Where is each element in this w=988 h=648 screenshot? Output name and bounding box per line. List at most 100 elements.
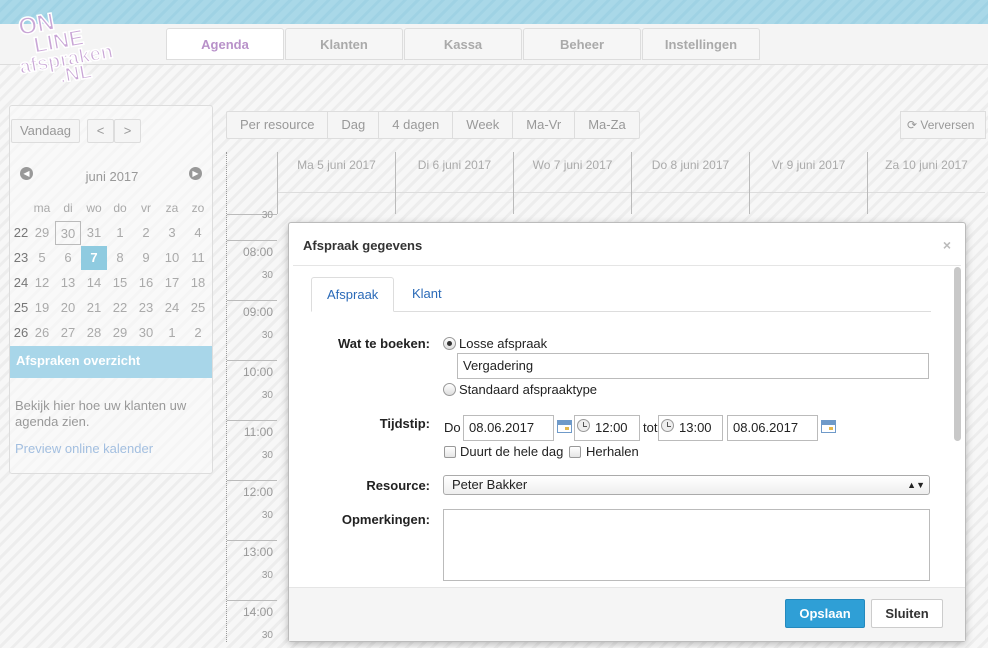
refresh-button[interactable]: ⟳ Verversen — [900, 111, 986, 139]
close-icon[interactable]: × — [943, 237, 951, 253]
half-hour-label: 30 — [261, 270, 273, 281]
start-date-input[interactable]: 08.06.2017 — [463, 415, 554, 441]
save-button[interactable]: Opslaan — [785, 599, 865, 628]
calendar-day[interactable]: 17 — [159, 271, 185, 295]
calendar-day[interactable]: 1 — [159, 321, 185, 345]
calendar-day[interactable]: 3 — [159, 221, 185, 245]
hour-label: 08:00 — [242, 245, 273, 259]
calendar-day[interactable]: 31 — [81, 221, 107, 245]
tab-afspraak[interactable]: Afspraak — [311, 277, 395, 312]
today-button[interactable]: Vandaag — [11, 119, 80, 143]
calendar-day[interactable]: 13 — [55, 271, 81, 295]
nav-tab-kassa[interactable]: Kassa — [404, 28, 522, 60]
hour-label: 12:00 — [242, 485, 273, 499]
calendar-day[interactable]: 11 — [185, 246, 211, 270]
calendar-day[interactable]: 12 — [29, 271, 55, 295]
weekday-label: zo — [191, 201, 205, 215]
nav-tab-klanten[interactable]: Klanten — [285, 28, 403, 60]
half-hour-label: 30 — [261, 570, 273, 581]
repeat-label: Herhalen — [586, 444, 639, 459]
hour-label: 10:00 — [242, 365, 273, 379]
prev-button[interactable]: < — [87, 119, 114, 143]
calendar-icon[interactable] — [557, 420, 572, 433]
calendar-day[interactable]: 15 — [107, 271, 133, 295]
calendar-day[interactable]: 21 — [81, 296, 107, 320]
hour-line — [227, 360, 277, 361]
calendar-day[interactable]: 27 — [55, 321, 81, 345]
weekday-label: ma — [33, 201, 51, 215]
radio-losse[interactable] — [443, 337, 456, 350]
view-4-dagen[interactable]: 4 dagen — [379, 112, 454, 138]
calendar-day[interactable]: 30 — [55, 221, 81, 245]
repeat-checkbox[interactable] — [569, 446, 581, 458]
calendar-day[interactable]: 26 — [29, 321, 55, 345]
view-ma-vr[interactable]: Ma-Vr — [513, 112, 576, 138]
calendar-day[interactable]: 6 — [55, 246, 81, 270]
next-month-icon[interactable]: ▶ — [189, 167, 202, 180]
resource-value: Peter Bakker — [452, 477, 528, 492]
end-date-input[interactable]: 08.06.2017 — [727, 415, 818, 441]
calendar-day[interactable]: 8 — [107, 246, 133, 270]
opmerkingen-textarea[interactable] — [443, 509, 930, 581]
opmerkingen-label: Opmerkingen: — [341, 512, 430, 527]
scrollbar-thumb[interactable] — [954, 267, 961, 441]
week-number: 24 — [13, 275, 29, 290]
calendar-day[interactable]: 16 — [133, 271, 159, 295]
scrollbar[interactable] — [951, 267, 963, 585]
weekday-label: wo — [86, 201, 102, 215]
calendar-day[interactable]: 20 — [55, 296, 81, 320]
view-ma-za[interactable]: Ma-Za — [575, 112, 639, 138]
calendar-day[interactable]: 29 — [29, 221, 55, 245]
calendar-day[interactable]: 14 — [81, 271, 107, 295]
tijdstip-label: Tijdstip: — [379, 416, 430, 431]
calendar-day[interactable]: 1 — [107, 221, 133, 245]
calendar-day[interactable]: 28 — [81, 321, 107, 345]
view-dag[interactable]: Dag — [328, 112, 380, 138]
week-number: 25 — [13, 300, 29, 315]
next-button[interactable]: > — [114, 119, 141, 143]
preview-link[interactable]: Preview online kalender — [15, 441, 153, 456]
calendar-day[interactable]: 22 — [107, 296, 133, 320]
calendar-day[interactable]: 9 — [133, 246, 159, 270]
calendar-day[interactable]: 2 — [185, 321, 211, 345]
calendar-day[interactable]: 4 — [185, 221, 211, 245]
day-header[interactable]: Do 8 juni 2017 — [631, 152, 749, 214]
calendar-icon[interactable] — [821, 420, 836, 433]
hour-line — [227, 240, 277, 241]
dialog-title: Afspraak gegevens — [303, 238, 423, 253]
allday-checkbox[interactable] — [444, 446, 456, 458]
week-number: 23 — [13, 250, 29, 265]
logo[interactable]: ON LINE afspraken .NL — [14, 2, 132, 89]
close-button[interactable]: Sluiten — [871, 599, 943, 628]
calendar-day[interactable]: 18 — [185, 271, 211, 295]
day-header[interactable]: Di 6 juni 2017 — [395, 152, 513, 214]
day-header[interactable]: Za 10 juni 2017 — [867, 152, 985, 214]
day-header[interactable]: Wo 7 juni 2017 — [513, 152, 631, 214]
calendar-day[interactable]: 2 — [133, 221, 159, 245]
resource-select[interactable]: Peter Bakker ▲▼ — [443, 475, 930, 495]
calendar-day[interactable]: 25 — [185, 296, 211, 320]
calendar-day[interactable]: 19 — [29, 296, 55, 320]
refresh-icon: ⟳ — [907, 118, 918, 132]
divider — [293, 265, 961, 266]
view-per-resource[interactable]: Per resource — [227, 112, 329, 138]
day-header[interactable]: Ma 5 juni 2017 — [277, 152, 395, 214]
view-week[interactable]: Week — [453, 112, 514, 138]
calendar-day[interactable]: 24 — [159, 296, 185, 320]
radio-standaard[interactable] — [443, 383, 456, 396]
calendar-day[interactable]: 5 — [29, 246, 55, 270]
losse-input[interactable]: Vergadering — [457, 353, 929, 379]
nav-tab-agenda[interactable]: Agenda — [166, 28, 284, 60]
calendar-day[interactable]: 23 — [133, 296, 159, 320]
weekday-label: di — [63, 201, 73, 215]
tab-klant[interactable]: Klant — [397, 277, 457, 312]
calendar-day[interactable]: 29 — [107, 321, 133, 345]
hour-line — [227, 540, 277, 541]
calendar-day[interactable]: 7 — [81, 246, 107, 270]
calendar-day[interactable]: 30 — [133, 321, 159, 345]
day-header[interactable]: Vr 9 juni 2017 — [749, 152, 867, 214]
nav-tab-instellingen[interactable]: Instellingen — [642, 28, 760, 60]
half-hour-label: 30 — [261, 210, 273, 221]
nav-tab-beheer[interactable]: Beheer — [523, 28, 641, 60]
calendar-day[interactable]: 10 — [159, 246, 185, 270]
